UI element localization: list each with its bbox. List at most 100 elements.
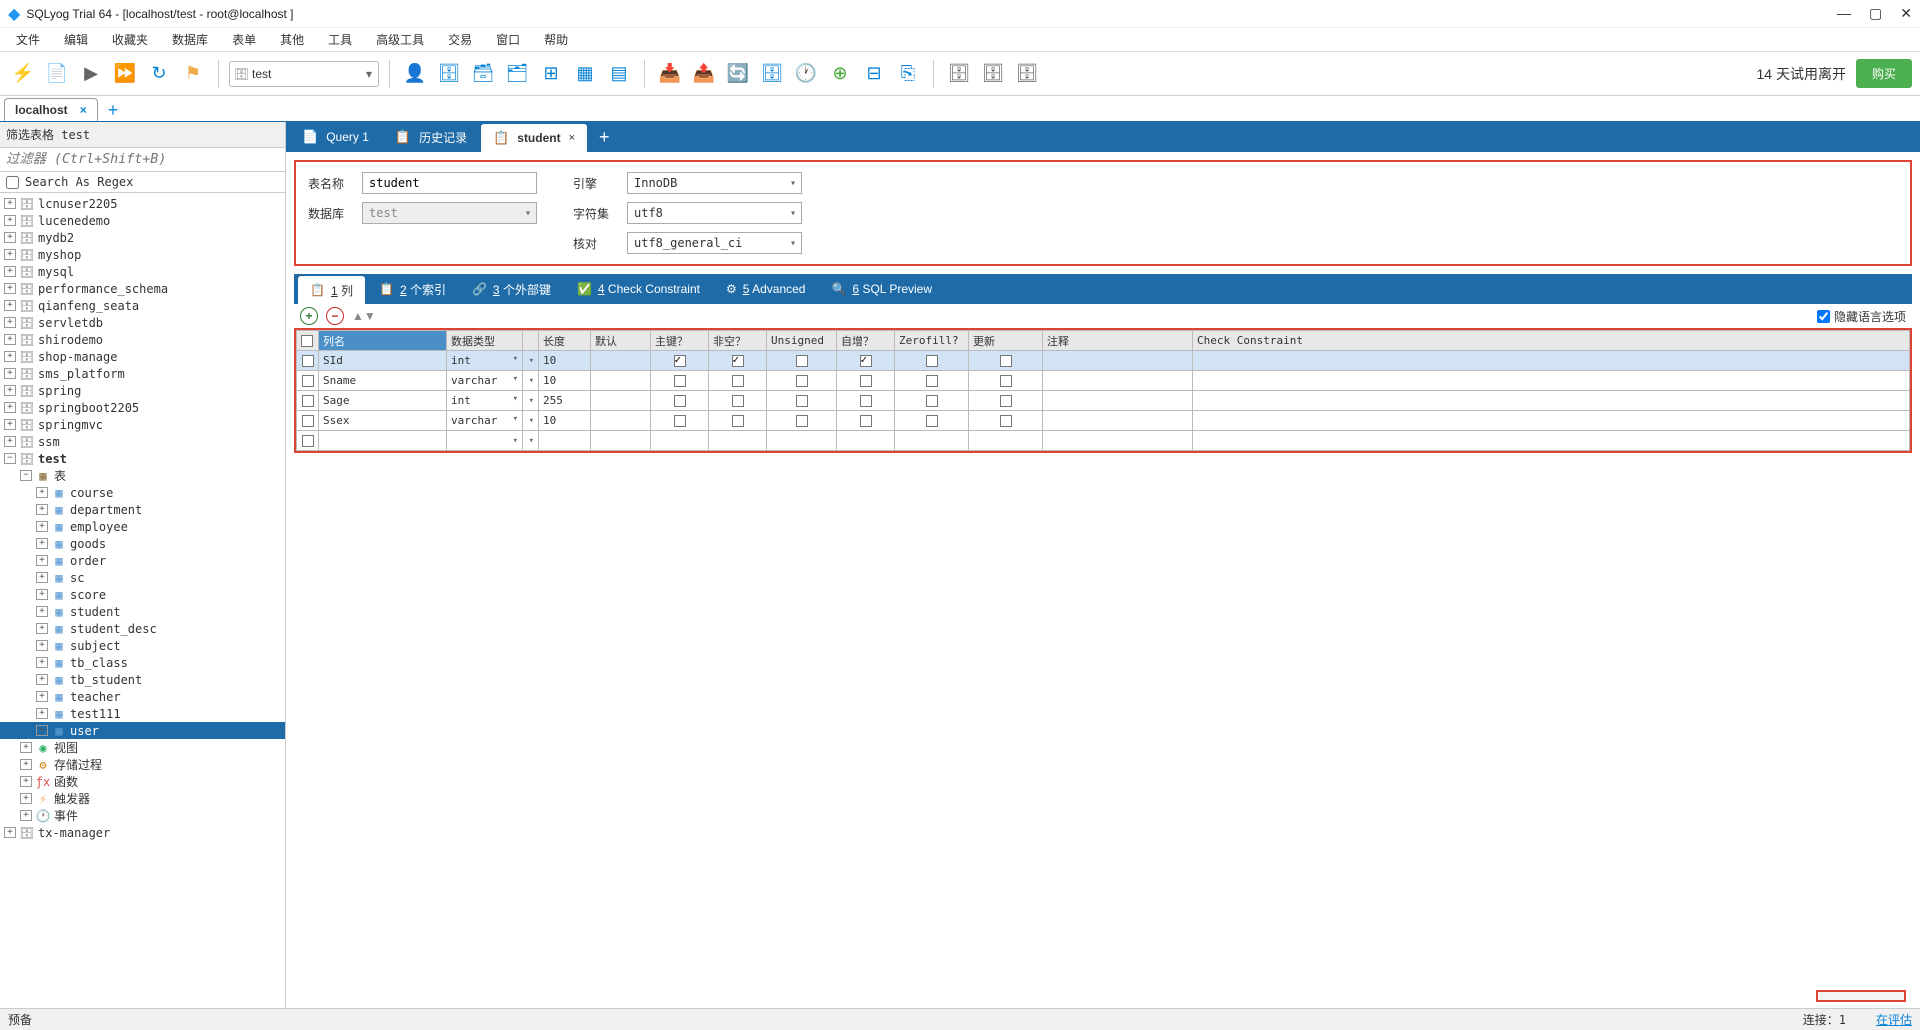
refresh-button[interactable]: ↻	[144, 59, 174, 89]
tree-item-subject[interactable]: +▦subject	[0, 637, 285, 654]
stop-button[interactable]: ⚑	[178, 59, 208, 89]
copy-button[interactable]: ⎘	[893, 59, 923, 89]
save-button[interactable]	[1816, 990, 1906, 1002]
close-tab-icon[interactable]: ×	[80, 103, 87, 117]
tree-item-mydb2[interactable]: +🗄mydb2	[0, 229, 285, 246]
tree-item-teacher[interactable]: +▦teacher	[0, 688, 285, 705]
menu-表单[interactable]: 表单	[224, 29, 264, 50]
subtab-2[interactable]: 📋2 个索引	[367, 274, 458, 304]
tree-item-shirodemo[interactable]: +🗄shirodemo	[0, 331, 285, 348]
tree-item-sc[interactable]: +▦sc	[0, 569, 285, 586]
column-row-empty[interactable]	[297, 431, 1910, 451]
tree-item-performance_schema[interactable]: +🗄performance_schema	[0, 280, 285, 297]
database-selector[interactable]: 🗄 test	[229, 61, 379, 87]
sync-button[interactable]: 🔄	[723, 59, 753, 89]
tree-item-test111[interactable]: +▦test111	[0, 705, 285, 722]
tree-item-spring[interactable]: +🗄spring	[0, 382, 285, 399]
export-button[interactable]: 📤	[689, 59, 719, 89]
menu-帮助[interactable]: 帮助	[536, 29, 576, 50]
maximize-button[interactable]: ▢	[1869, 5, 1882, 22]
execute-all-button[interactable]: ⏩	[110, 59, 140, 89]
columns-grid[interactable]: 列名数据类型长度默认主键？非空？Unsigned自增？Zerofill?更新注释…	[296, 330, 1910, 451]
db-compare-button[interactable]: ⊞	[536, 59, 566, 89]
menu-高级工具[interactable]: 高级工具	[368, 29, 432, 50]
tool3-button[interactable]: 🗄	[1012, 59, 1042, 89]
tree-item-tb_class[interactable]: +▦tb_class	[0, 654, 285, 671]
execute-button[interactable]: ▶	[76, 59, 106, 89]
collate-select[interactable]: utf8_general_ci	[627, 232, 802, 254]
tree-item-servletdb[interactable]: +🗄servletdb	[0, 314, 285, 331]
filter-input[interactable]	[0, 148, 285, 172]
menu-其他[interactable]: 其他	[272, 29, 312, 50]
buy-button[interactable]: 购买	[1856, 59, 1912, 88]
table-edit-button[interactable]: ▤	[604, 59, 634, 89]
menu-文件[interactable]: 文件	[8, 29, 48, 50]
table-name-input[interactable]	[362, 172, 537, 194]
table-new-button[interactable]: ▦	[570, 59, 600, 89]
menu-编辑[interactable]: 编辑	[56, 29, 96, 50]
tree-item-employee[interactable]: +▦employee	[0, 518, 285, 535]
hide-lang-checkbox[interactable]	[1817, 310, 1830, 323]
menu-窗口[interactable]: 窗口	[488, 29, 528, 50]
add-connection-button[interactable]: +	[100, 100, 127, 121]
menu-交易[interactable]: 交易	[440, 29, 480, 50]
column-row-Ssex[interactable]: Ssexvarchar10	[297, 411, 1910, 431]
column-row-Sage[interactable]: Sageint255	[297, 391, 1910, 411]
tree-item-shop-manage[interactable]: +🗄shop-manage	[0, 348, 285, 365]
tree-item-student_desc[interactable]: +▦student_desc	[0, 620, 285, 637]
tree-item-student[interactable]: +▦student	[0, 603, 285, 620]
add-data-button[interactable]: 🗄	[757, 59, 787, 89]
tree-item-存储过程[interactable]: +⚙存储过程	[0, 756, 285, 773]
compare-button[interactable]: ⊟	[859, 59, 889, 89]
tool1-button[interactable]: 🗄	[944, 59, 974, 89]
tree-item-表[interactable]: −▦表	[0, 467, 285, 484]
editor-tab-student[interactable]: 📋student×	[481, 124, 587, 152]
subtab-6[interactable]: 🔍6 SQL Preview	[819, 274, 944, 304]
menu-工具[interactable]: 工具	[320, 29, 360, 50]
delete-column-button[interactable]: −	[326, 307, 344, 325]
feedback-link[interactable]: 在评估	[1876, 1011, 1912, 1028]
new-query-button[interactable]: 📄	[42, 59, 72, 89]
add-column-button[interactable]: +	[300, 307, 318, 325]
tree-item-course[interactable]: +▦course	[0, 484, 285, 501]
connection-tab[interactable]: localhost ×	[4, 98, 98, 121]
close-button[interactable]: ✕	[1900, 5, 1912, 22]
column-row-Sname[interactable]: Snamevarchar10	[297, 371, 1910, 391]
minimize-button[interactable]: —	[1837, 5, 1851, 22]
tree-item-函数[interactable]: +ƒx函数	[0, 773, 285, 790]
tree-item-qianfeng_seata[interactable]: +🗄qianfeng_seata	[0, 297, 285, 314]
tree-item-lucenedemo[interactable]: +🗄lucenedemo	[0, 212, 285, 229]
add-job-button[interactable]: ⊕	[825, 59, 855, 89]
tree-item-视图[interactable]: +◉视图	[0, 739, 285, 756]
subtab-4[interactable]: ✅4 Check Constraint	[565, 274, 712, 304]
db-sync-button[interactable]: 🗂	[502, 59, 532, 89]
import-button[interactable]: 📥	[655, 59, 685, 89]
charset-select[interactable]: utf8	[627, 202, 802, 224]
regex-checkbox[interactable]	[6, 176, 19, 189]
subtab-5[interactable]: ⚙5 Advanced	[714, 274, 818, 304]
subtab-1[interactable]: 📋1 列	[298, 276, 365, 304]
schedule-button[interactable]: 🕐	[791, 59, 821, 89]
tree-item-触发器[interactable]: +⚡触发器	[0, 790, 285, 807]
up-down-button[interactable]: ▲▼	[352, 309, 376, 323]
tool2-button[interactable]: 🗄	[978, 59, 1008, 89]
tree-item-user[interactable]: +▦user	[0, 722, 285, 739]
tree-item-tx-manager[interactable]: +🗄tx-manager	[0, 824, 285, 841]
tree-item-mysql[interactable]: +🗄mysql	[0, 263, 285, 280]
tree-item-lcnuser2205[interactable]: +🗄lcnuser2205	[0, 195, 285, 212]
db-backup-button[interactable]: 🗃	[468, 59, 498, 89]
subtab-3[interactable]: 🔗3 个外部键	[460, 274, 563, 304]
editor-tab-历史记录[interactable]: 📋历史记录	[383, 122, 479, 152]
tree-item-department[interactable]: +▦department	[0, 501, 285, 518]
tree-item-tb_student[interactable]: +▦tb_student	[0, 671, 285, 688]
menu-数据库[interactable]: 数据库	[164, 29, 216, 50]
editor-tab-Query 1[interactable]: 📄Query 1	[290, 122, 381, 152]
tree-item-test[interactable]: −🗄test	[0, 450, 285, 467]
tree-item-springmvc[interactable]: +🗄springmvc	[0, 416, 285, 433]
connect-button[interactable]: ⚡	[8, 59, 38, 89]
tree-item-order[interactable]: +▦order	[0, 552, 285, 569]
user-button[interactable]: 👤	[400, 59, 430, 89]
tree-item-sms_platform[interactable]: +🗄sms_platform	[0, 365, 285, 382]
tree-item-score[interactable]: +▦score	[0, 586, 285, 603]
menu-收藏夹[interactable]: 收藏夹	[104, 29, 156, 50]
